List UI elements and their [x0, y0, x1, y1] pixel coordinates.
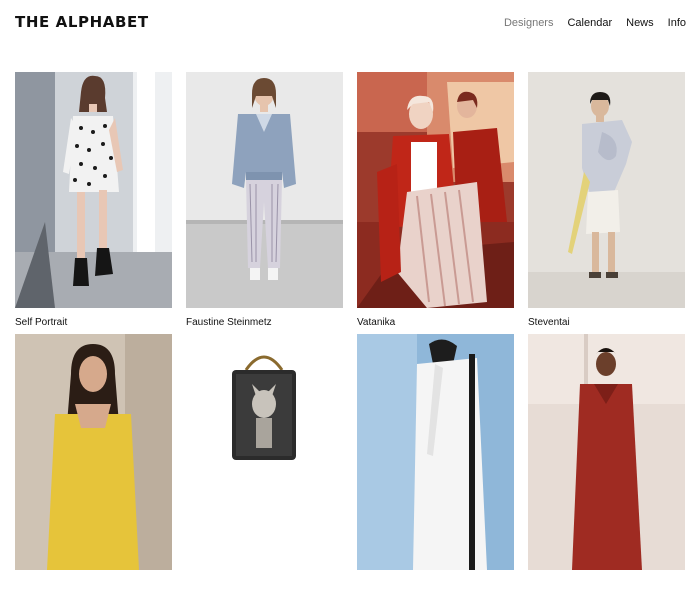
nav-calendar[interactable]: Calendar [567, 15, 612, 31]
designer-card-steventai[interactable]: Steventai [528, 72, 685, 334]
designer-name [186, 570, 343, 596]
site-logo[interactable]: THE ALPHABET [15, 12, 149, 32]
designer-card[interactable] [186, 334, 343, 596]
nav-info[interactable]: Info [668, 15, 686, 31]
designer-name: Vatanika [357, 317, 396, 328]
designer-name: Steventai [528, 317, 570, 328]
designer-photo [186, 72, 343, 308]
designer-grid: Self Portrait Faustine Steinmetz Vatanik… [15, 72, 686, 596]
designer-photo [186, 334, 343, 570]
designer-card[interactable] [15, 334, 172, 596]
designer-photo [528, 72, 685, 308]
designer-card[interactable] [528, 334, 685, 596]
designer-name [357, 570, 514, 596]
designer-card-faustine-steinmetz[interactable]: Faustine Steinmetz [186, 72, 343, 334]
designer-photo [528, 334, 685, 570]
site-header: THE ALPHABET Designers Calendar News Inf… [0, 0, 700, 48]
designer-name: Self Portrait [15, 317, 68, 328]
designer-card-self-portrait[interactable]: Self Portrait [15, 72, 172, 334]
designer-card-vatanika[interactable]: Vatanika [357, 72, 514, 334]
designer-name [15, 570, 172, 596]
nav-designers[interactable]: Designers [504, 15, 554, 31]
designer-photo [357, 334, 514, 570]
designer-photo [15, 72, 172, 308]
designer-name: Faustine Steinmetz [186, 317, 272, 328]
designer-name [528, 570, 685, 596]
main-nav: Designers Calendar News Info [504, 15, 686, 31]
designer-card[interactable] [357, 334, 514, 596]
nav-news[interactable]: News [626, 15, 654, 31]
designer-photo [357, 72, 514, 308]
designer-photo [15, 334, 172, 570]
